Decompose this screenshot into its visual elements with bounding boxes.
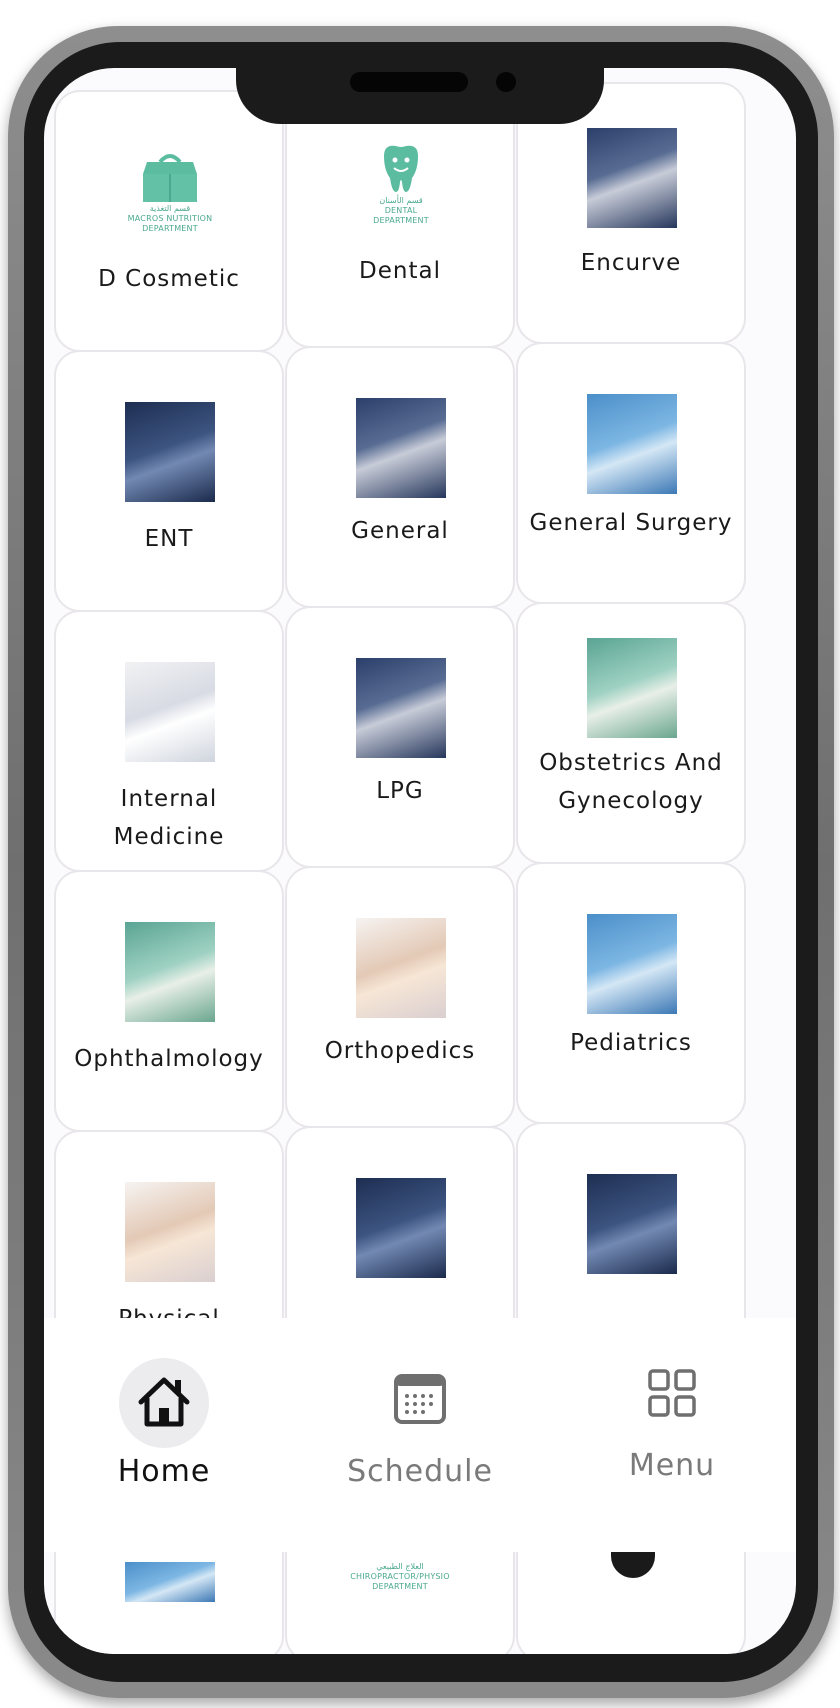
nav-menu[interactable]: Menu <box>572 1318 772 1552</box>
front-camera <box>496 72 516 92</box>
logo-text: DEPARTMENT <box>373 216 429 225</box>
grid-menu-icon <box>627 1348 717 1438</box>
department-label: D Cosmetic <box>98 266 240 292</box>
department-label: Encurve <box>580 250 682 276</box>
department-card-d-cosmetic[interactable]: قسم التغذية MACROS NUTRITION DEPARTMENT … <box>54 90 284 352</box>
surgery-photo <box>587 1174 677 1274</box>
phone-notch <box>236 58 604 124</box>
nav-home[interactable]: Home <box>64 1318 264 1552</box>
logo-text: DEPARTMENT <box>372 1582 428 1591</box>
face-photo <box>125 1562 215 1602</box>
ent-photo <box>125 402 215 502</box>
dental-tooth-logo: قسم الأسنان DENTAL DEPARTMENT <box>356 138 446 238</box>
department-card-ophthalmology[interactable]: Ophthalmology <box>54 870 284 1132</box>
logo-arabic-text: قسم التغذية <box>149 204 191 213</box>
ophthalmology-photo <box>125 922 215 1022</box>
department-label: Obstetrics And Gynecology <box>539 750 723 814</box>
department-label: Dental <box>359 258 441 284</box>
department-card-pediatrics[interactable]: Pediatrics <box>516 862 746 1124</box>
speaker-grille <box>350 72 468 92</box>
department-card-obstetrics-and-gynecology[interactable]: Obstetrics And Gynecology <box>516 602 746 864</box>
encurve-photo <box>587 128 677 228</box>
department-card-lpg[interactable]: LPG <box>285 606 515 868</box>
general-photo <box>356 398 446 498</box>
lpg-photo <box>356 658 446 758</box>
department-card-orthopedics[interactable]: Orthopedics <box>285 866 515 1128</box>
general-surgery-photo <box>587 394 677 494</box>
calendar-icon <box>375 1354 465 1444</box>
department-label: ENT <box>144 526 194 552</box>
logo-text: MACROS NUTRITION <box>127 214 213 223</box>
logo-text: CHIROPRACTOR/PHYSIO <box>350 1572 450 1581</box>
partial-card-row: العلاج الطبيعي CHIROPRACTOR/PHYSIO DEPAR… <box>44 1442 796 1654</box>
internal-medicine-photo <box>125 662 215 762</box>
pediatrics-photo <box>587 914 677 1014</box>
department-label: LPG <box>376 778 424 804</box>
department-card-dental[interactable]: قسم الأسنان DENTAL DEPARTMENT Dental <box>285 86 515 348</box>
app-screen: قسم التغذية MACROS NUTRITION DEPARTMENT … <box>44 68 796 1654</box>
spine-photo <box>356 1178 446 1278</box>
partial-icon <box>611 1552 655 1578</box>
department-card-internal-medicine[interactable]: Internal Medicine <box>54 610 284 872</box>
department-label: Ophthalmology <box>74 1046 264 1072</box>
department-card-general-surgery[interactable]: General Surgery <box>516 342 746 604</box>
department-label: General <box>351 518 449 544</box>
department-label: Orthopedics <box>324 1038 476 1064</box>
department-label: Internal Medicine <box>113 786 225 850</box>
logo-text: DENTAL <box>384 206 418 215</box>
physical-medicine-photo <box>125 1182 215 1282</box>
nav-schedule[interactable]: Schedule <box>320 1318 520 1552</box>
nav-menu-label: Menu <box>628 1448 716 1483</box>
logo-arabic-text: قسم الأسنان <box>379 196 423 205</box>
chiropractor-logo: العلاج الطبيعي CHIROPRACTOR/PHYSIO DEPAR… <box>340 1562 460 1592</box>
department-label: General Surgery <box>529 510 733 536</box>
orthopedics-photo <box>356 918 446 1018</box>
department-card-ent[interactable]: ENT <box>54 350 284 612</box>
logo-arabic-text: العلاج الطبيعي <box>376 1562 424 1571</box>
nav-home-label: Home <box>117 1454 211 1489</box>
logo-text: DEPARTMENT <box>142 224 198 233</box>
nav-schedule-label: Schedule <box>347 1454 493 1489</box>
obstetrics-photo <box>587 638 677 738</box>
macros-nutrition-logo: قسم التغذية MACROS NUTRITION DEPARTMENT <box>125 142 215 242</box>
department-card-general[interactable]: General <box>285 346 515 608</box>
bottom-navigation: Home Schedule Menu <box>44 1318 796 1552</box>
home-icon <box>119 1358 209 1448</box>
department-label: Pediatrics <box>570 1030 692 1056</box>
